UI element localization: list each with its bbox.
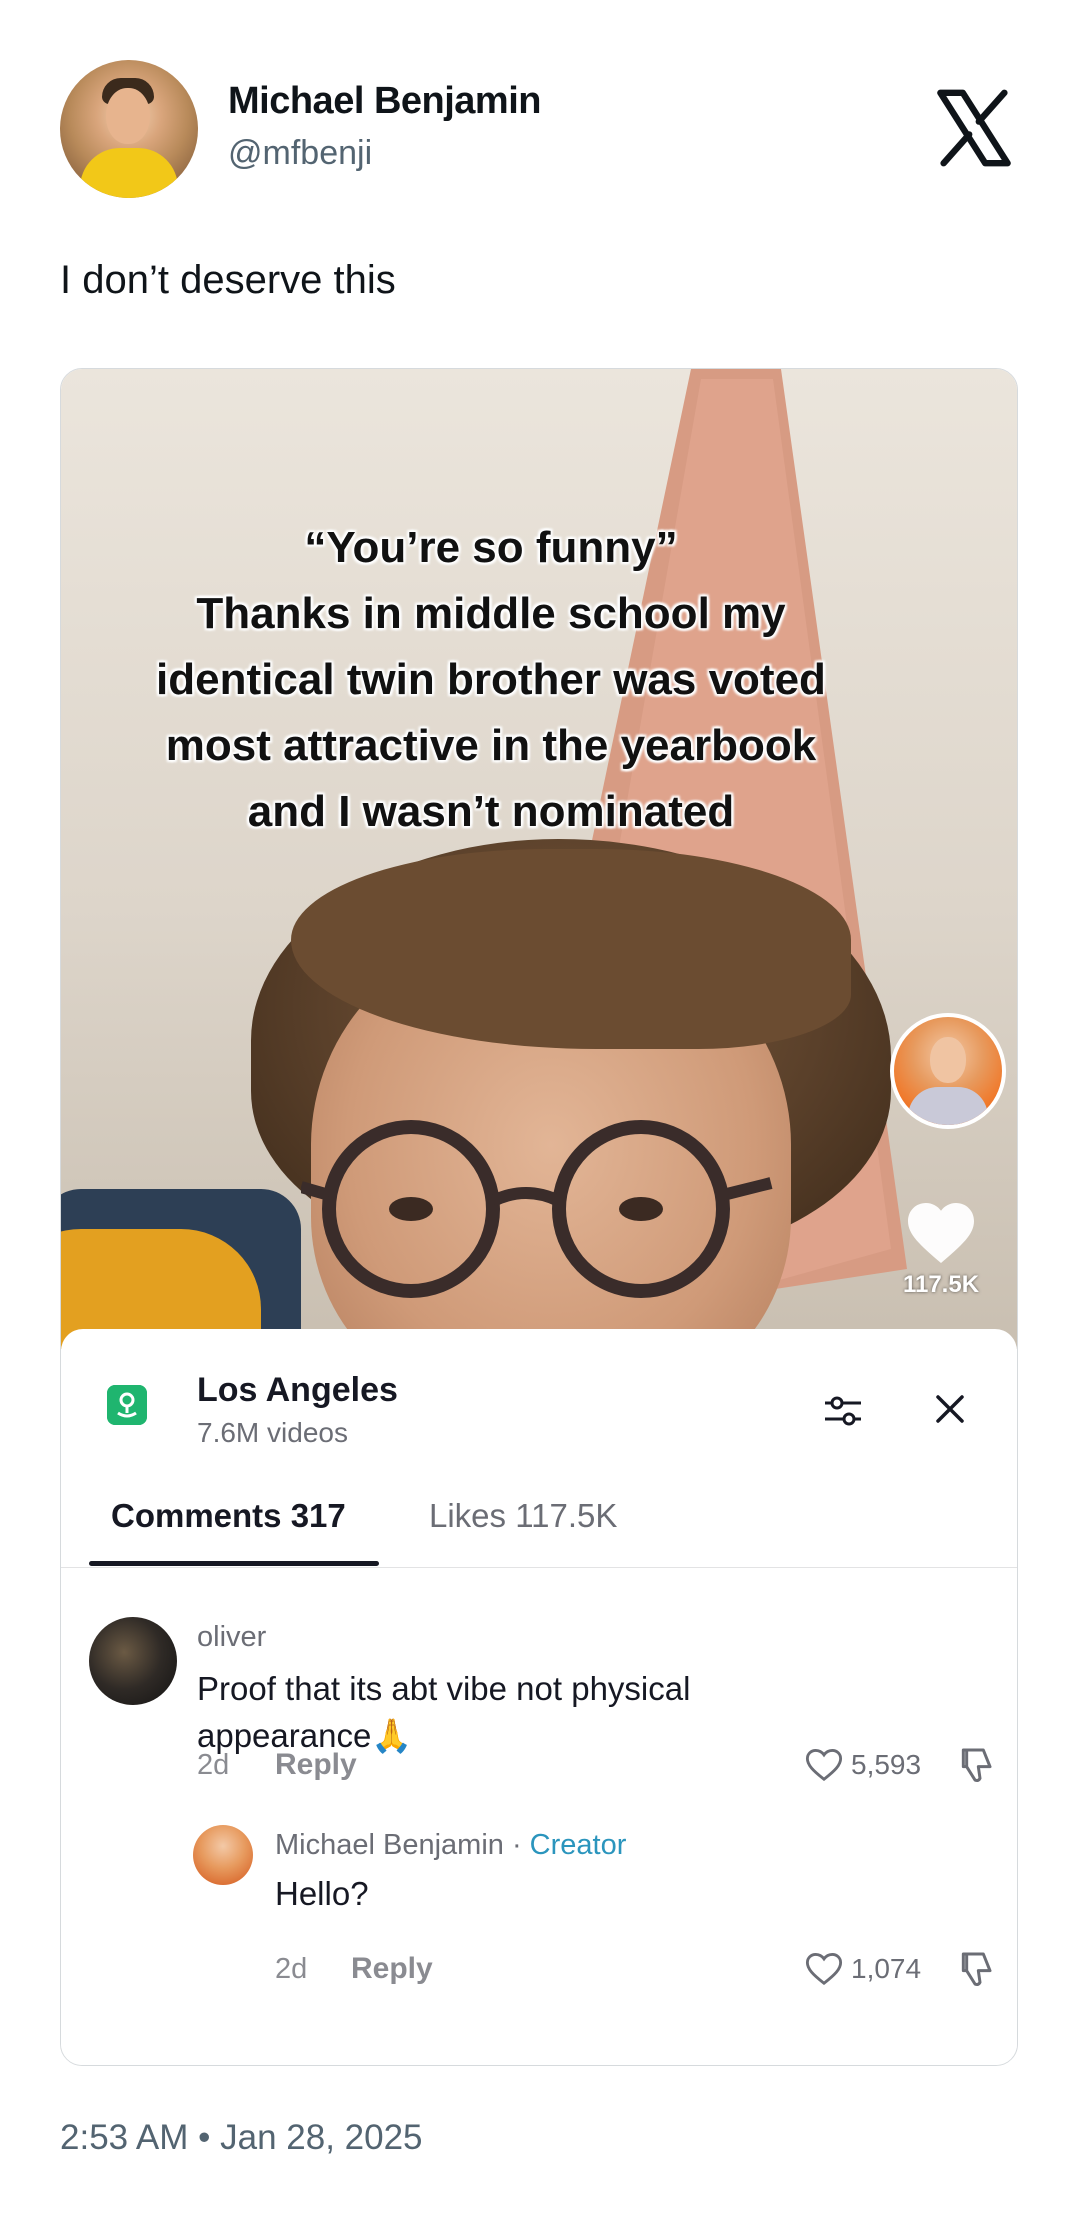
creator-avatar-face xyxy=(930,1037,966,1083)
creator-avatar-shirt xyxy=(908,1087,988,1125)
creator-avatar[interactable] xyxy=(890,1013,1006,1129)
reply-text: Hello? xyxy=(275,1875,369,1912)
reply-like-icon[interactable] xyxy=(805,1951,843,1987)
reply-reply-button[interactable]: Reply xyxy=(351,1952,433,1986)
comment-text: Proof that its abt vibe not physical app… xyxy=(197,1670,691,1754)
comment-like-icon[interactable] xyxy=(805,1747,843,1783)
avatar-shirt xyxy=(80,148,178,198)
creator-reply-avatar[interactable] xyxy=(193,1825,253,1885)
reply-like-count: 1,074 xyxy=(851,1953,922,1984)
reply-username: Michael Benjamin xyxy=(275,1829,504,1861)
comment-reply-button[interactable]: Reply xyxy=(275,1748,357,1782)
location-video-count: 7.6M videos xyxy=(197,1417,348,1448)
location-pin-icon xyxy=(107,1385,147,1425)
glasses xyxy=(301,1120,773,1298)
media-card[interactable]: “You’re so funny” Thanks in middle schoo… xyxy=(60,368,1018,2066)
tweet-timestamp[interactable]: 2:53 AM • Jan 28, 2025 xyxy=(60,2118,423,2158)
author-name[interactable]: Michael Benjamin xyxy=(228,80,541,123)
author-avatar[interactable] xyxy=(60,60,198,198)
avatar-face xyxy=(106,88,150,144)
commenter-avatar[interactable] xyxy=(89,1617,177,1705)
video-like-count: 117.5K xyxy=(902,1271,980,1298)
creator-badge: Creator xyxy=(529,1829,627,1861)
tab-divider xyxy=(61,1567,1017,1568)
reply-dislike-icon[interactable] xyxy=(955,1949,995,1989)
tab-comments[interactable]: Comments 317 xyxy=(111,1497,346,1535)
video-frame[interactable]: “You’re so funny” Thanks in middle schoo… xyxy=(61,369,1017,1349)
filter-icon[interactable] xyxy=(821,1389,865,1433)
comments-panel: Los Angeles 7.6M videos Comments 317 Lik… xyxy=(61,1329,1017,2065)
close-icon[interactable] xyxy=(930,1389,970,1429)
comment-age: 2d xyxy=(197,1749,230,1781)
reply-author[interactable]: Michael Benjamin · Creator xyxy=(275,1829,626,1862)
heart-icon[interactable] xyxy=(905,1199,977,1267)
x-logo-icon[interactable] xyxy=(934,88,1014,168)
comment-like-count: 5,593 xyxy=(851,1749,922,1780)
video-caption: “You’re so funny” Thanks in middle schoo… xyxy=(156,523,826,836)
reply-age: 2d xyxy=(275,1953,308,1985)
location-title[interactable]: Los Angeles xyxy=(197,1371,398,1410)
dislike-icon[interactable] xyxy=(955,1745,995,1785)
author-handle[interactable]: @mfbenji xyxy=(228,134,372,173)
tweet-text: I don’t deserve this xyxy=(60,258,396,302)
tab-likes[interactable]: Likes 117.5K xyxy=(429,1497,617,1535)
comment-username[interactable]: oliver xyxy=(197,1621,266,1654)
active-tab-indicator xyxy=(89,1561,379,1566)
reply-separator: · xyxy=(503,1829,530,1861)
